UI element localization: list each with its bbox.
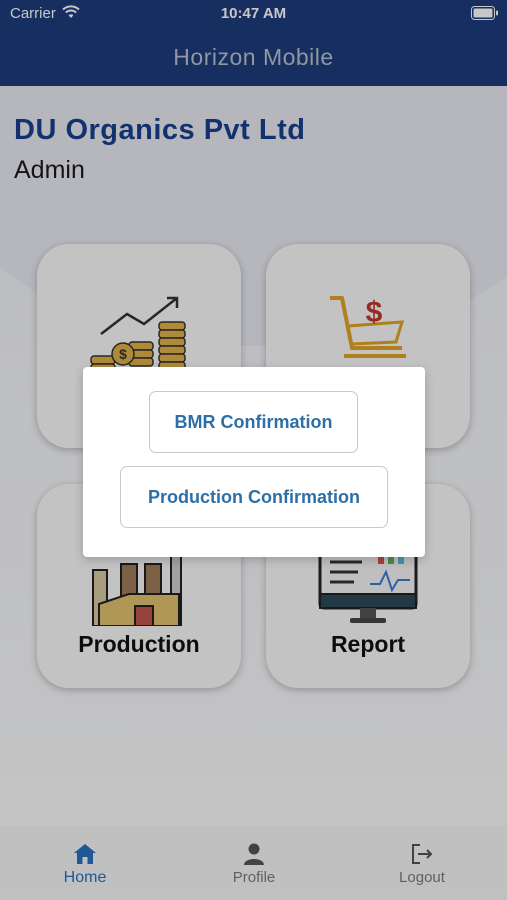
- bmr-confirmation-button[interactable]: BMR Confirmation: [149, 391, 358, 453]
- confirmation-dialog: BMR Confirmation Production Confirmation: [83, 367, 425, 557]
- production-confirmation-button[interactable]: Production Confirmation: [120, 466, 388, 528]
